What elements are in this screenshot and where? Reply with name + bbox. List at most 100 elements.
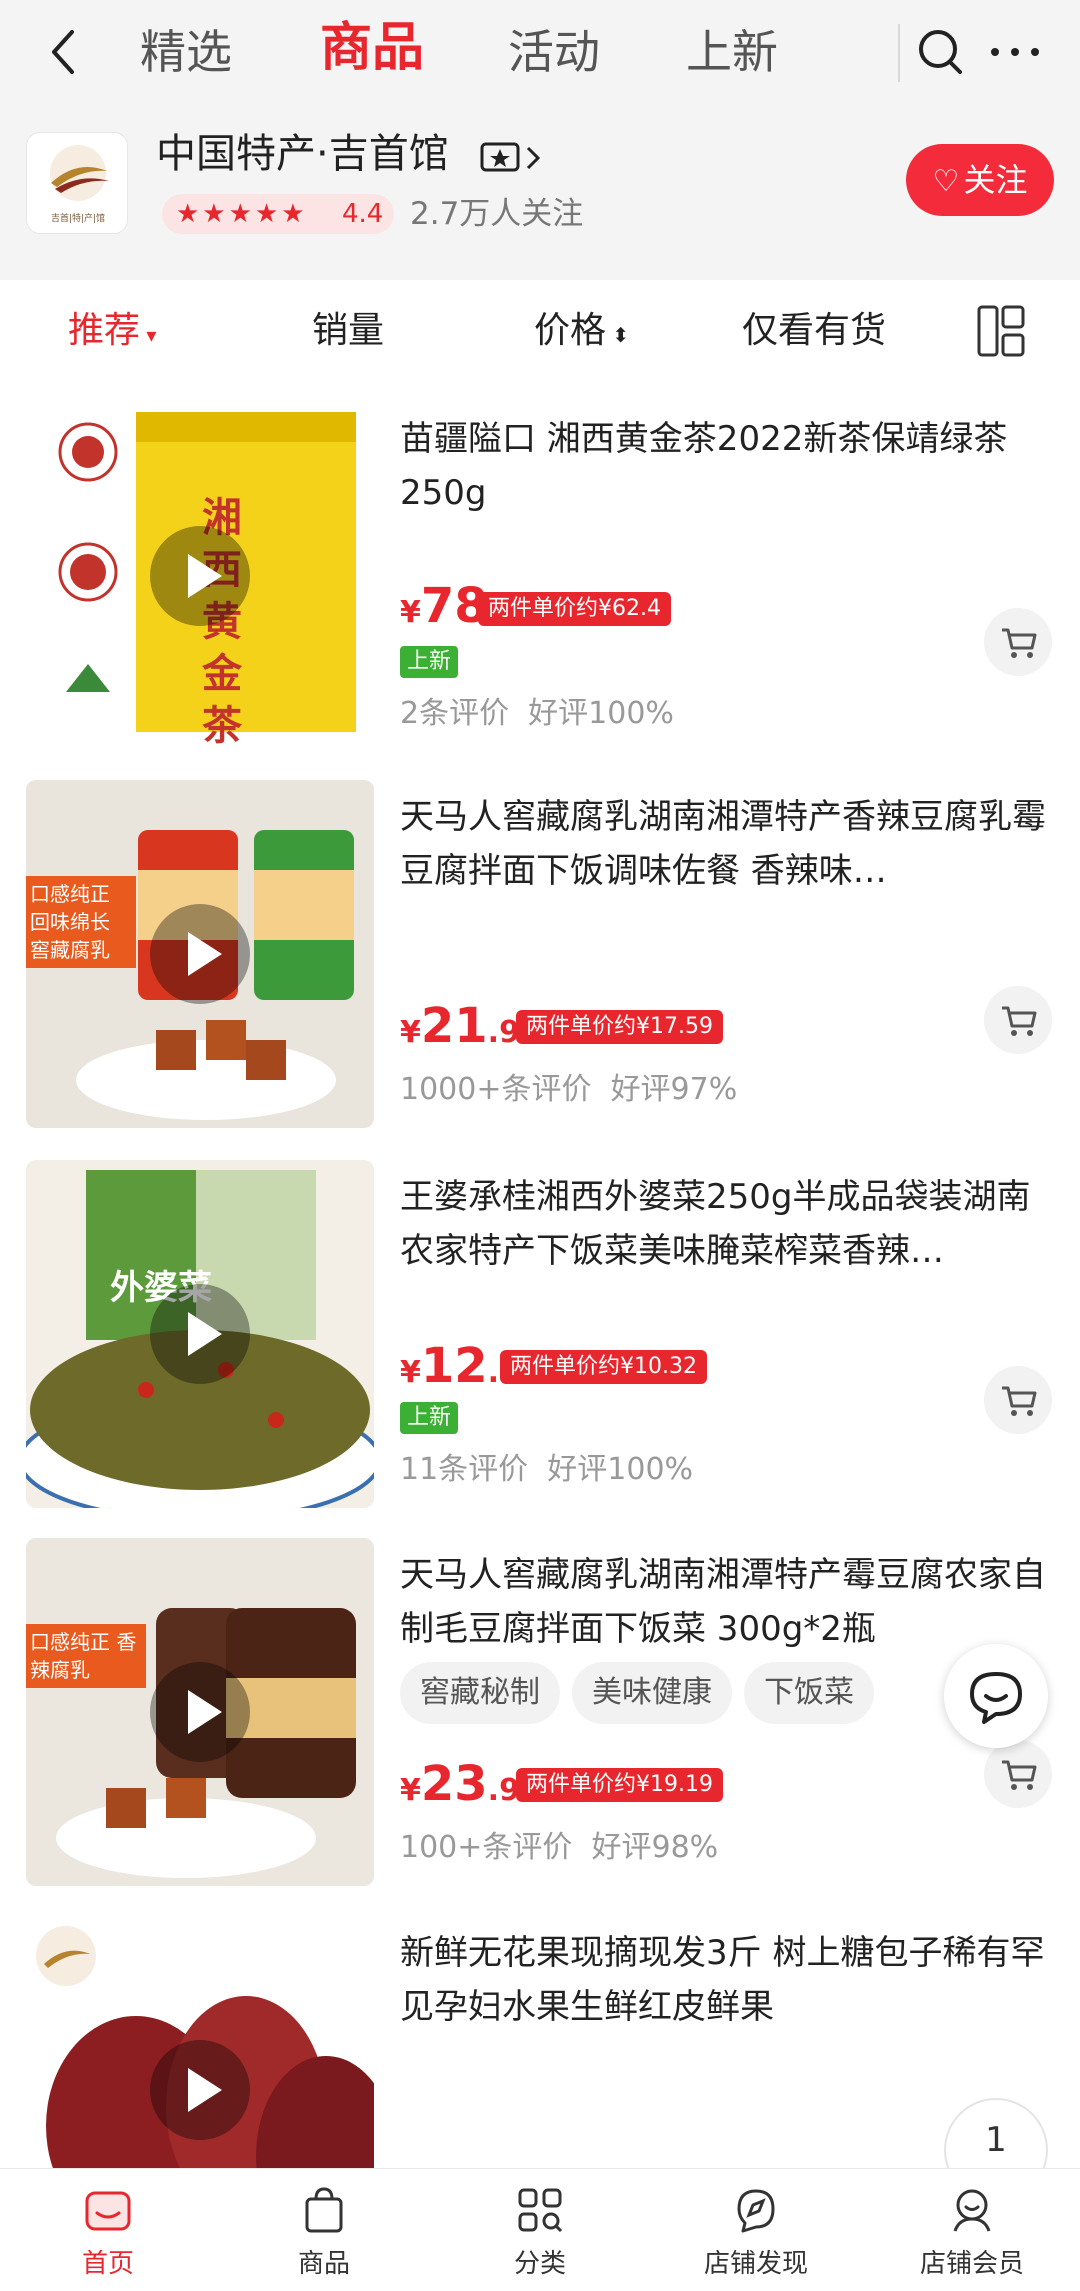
new-tag: 上新 bbox=[400, 1402, 458, 1434]
review-summary: 11条评价 好评100% bbox=[400, 1450, 693, 1490]
discover-icon bbox=[737, 2189, 775, 2233]
filter-in-stock[interactable]: 仅看有货 bbox=[742, 306, 886, 356]
price-integer: 23 bbox=[420, 1756, 488, 1812]
currency-symbol: ¥ bbox=[400, 1015, 421, 1050]
product-image-text: 口感纯正 香辣腐乳 bbox=[26, 1624, 146, 1688]
rating-badge: ★★★★★ 4.4 bbox=[162, 194, 394, 234]
product-image[interactable]: 外婆菜 bbox=[26, 1160, 374, 1508]
bottom-nav: 首页 商品 分类 店铺发现 店铺会员 bbox=[0, 2168, 1080, 2290]
category-icon bbox=[518, 2188, 563, 2233]
follower-count: 2.7万人关注 bbox=[410, 196, 584, 232]
product-image-text: 口感纯正 回味绵长 窖藏腐乳 bbox=[26, 876, 136, 968]
currency-symbol: ¥ bbox=[400, 1773, 421, 1808]
follow-label: 关注 bbox=[963, 161, 1028, 199]
product-image[interactable]: 口感纯正 香辣腐乳 bbox=[26, 1538, 374, 1886]
bag-icon bbox=[305, 2187, 343, 2233]
customer-service-chat-icon[interactable] bbox=[944, 1644, 1048, 1748]
play-icon[interactable] bbox=[150, 526, 250, 626]
nav-home[interactable]: 首页 bbox=[0, 2169, 216, 2291]
review-summary: 100+条评价 好评98% bbox=[400, 1828, 718, 1868]
play-icon[interactable] bbox=[150, 904, 250, 1004]
price-integer: 12 bbox=[420, 1338, 488, 1394]
member-icon bbox=[953, 2189, 991, 2232]
heart-icon: ♡ bbox=[932, 164, 960, 199]
nav-label: 商品 bbox=[297, 2249, 350, 2279]
product-list-panel: 推荐 ▾ 销量 价格 ⬍ 仅看有货 湘西黄金茶 苗疆隘口 湘西黄金茶2022新茶… bbox=[0, 280, 1080, 2170]
product-image[interactable]: 口感纯正 回味绵长 窖藏腐乳 bbox=[26, 780, 374, 1128]
nav-membership[interactable]: 店铺会员 bbox=[864, 2169, 1080, 2291]
price-integer: 21 bbox=[420, 998, 488, 1054]
cart-icon[interactable] bbox=[984, 608, 1052, 676]
shop-name[interactable]: 中国特产·吉首馆 bbox=[156, 128, 449, 180]
shop-header: 吉首|特|产|馆 中国特产·吉首馆 ★★★★★ 4.4 2.7万人关注 ♡ 关注 bbox=[0, 110, 1080, 280]
product-title[interactable]: 苗疆隘口 湘西黄金茶2022新茶保靖绿茶250g bbox=[400, 412, 1050, 520]
follow-button[interactable]: ♡ 关注 bbox=[906, 144, 1054, 216]
back-arrow-icon[interactable] bbox=[40, 22, 90, 82]
play-icon[interactable] bbox=[150, 1662, 250, 1762]
product-price: ¥78 bbox=[400, 576, 488, 643]
product-image[interactable]: 湘西黄金茶 bbox=[26, 402, 374, 750]
review-count: 11条评价 bbox=[400, 1452, 529, 1487]
good-rate: 好评98% bbox=[591, 1830, 719, 1865]
tab-activities[interactable]: 活动 bbox=[508, 22, 600, 82]
product-tag[interactable]: 美味健康 bbox=[572, 1662, 732, 1724]
nav-categories[interactable]: 分类 bbox=[432, 2169, 648, 2291]
bundle-price-badge: 两件单价约¥10.32 bbox=[500, 1350, 707, 1384]
nav-label: 店铺发现 bbox=[703, 2249, 808, 2279]
good-rate: 好评100% bbox=[547, 1452, 694, 1487]
product-item[interactable]: 湘西黄金茶 苗疆隘口 湘西黄金茶2022新茶保靖绿茶250g ¥78 两件单价约… bbox=[0, 402, 1080, 780]
product-title[interactable]: 王婆承桂湘西外婆菜250g半成品袋装湖南农家特产下饭菜美味腌菜榨菜香辣… bbox=[400, 1170, 1050, 1278]
cart-icon[interactable] bbox=[984, 1366, 1052, 1434]
good-rate: 好评97% bbox=[610, 1072, 738, 1107]
play-icon[interactable] bbox=[150, 1284, 250, 1384]
tab-products[interactable]: 商品 bbox=[320, 18, 424, 78]
top-bar: 精选 商品 活动 上新 bbox=[0, 0, 1080, 110]
nav-label: 分类 bbox=[513, 2249, 566, 2279]
search-icon[interactable] bbox=[912, 22, 972, 82]
shop-logo[interactable]: 吉首|特|产|馆 bbox=[26, 132, 128, 234]
play-icon[interactable] bbox=[150, 2040, 250, 2140]
divider bbox=[898, 24, 900, 82]
tab-featured[interactable]: 精选 bbox=[140, 22, 232, 82]
filter-price-label: 价格 bbox=[534, 310, 607, 351]
product-image[interactable] bbox=[26, 1916, 374, 2170]
filter-bar: 推荐 ▾ 销量 价格 ⬍ 仅看有货 bbox=[0, 280, 1080, 380]
tab-new-arrivals[interactable]: 上新 bbox=[686, 22, 778, 82]
review-count: 2条评价 bbox=[400, 696, 510, 731]
nav-discover[interactable]: 店铺发现 bbox=[648, 2169, 864, 2291]
good-rate: 好评100% bbox=[528, 696, 674, 731]
dropdown-caret-icon: ▾ bbox=[140, 323, 157, 347]
cart-icon[interactable] bbox=[984, 986, 1052, 1054]
product-tag[interactable]: 窖藏秘制 bbox=[400, 1662, 560, 1724]
currency-symbol: ¥ bbox=[400, 595, 421, 630]
product-title[interactable]: 新鲜无花果现摘现发3斤 树上糖包子稀有罕见孕妇水果生鲜红皮鲜果 bbox=[400, 1926, 1050, 2034]
product-item[interactable]: 新鲜无花果现摘现发3斤 树上糖包子稀有罕见孕妇水果生鲜红皮鲜果 bbox=[0, 1916, 1080, 2170]
review-summary: 1000+条评价 好评97% bbox=[400, 1070, 737, 1110]
more-icon[interactable] bbox=[985, 22, 1045, 82]
review-summary: 2条评价 好评100% bbox=[400, 694, 674, 734]
review-count: 1000+条评价 bbox=[400, 1072, 592, 1107]
currency-symbol: ¥ bbox=[400, 1355, 421, 1390]
sort-icon: ⬍ bbox=[606, 323, 630, 347]
product-item[interactable]: 口感纯正 回味绵长 窖藏腐乳 天马人窖藏腐乳湖南湘潭特产香辣豆腐乳霉豆腐拌面下饭… bbox=[0, 780, 1080, 1158]
product-item[interactable]: 口感纯正 香辣腐乳 天马人窖藏腐乳湖南湘潭特产霉豆腐农家自制毛豆腐拌面下饭菜 3… bbox=[0, 1538, 1080, 1916]
product-item[interactable]: 外婆菜 王婆承桂湘西外婆菜250g半成品袋装湖南农家特产下饭菜美味腌菜榨菜香辣…… bbox=[0, 1160, 1080, 1538]
review-count: 100+条评价 bbox=[400, 1830, 573, 1865]
filter-recommended-label: 推荐 bbox=[68, 310, 141, 351]
star-rating-icon: ★★★★★ bbox=[176, 199, 308, 229]
cart-icon[interactable] bbox=[984, 1740, 1052, 1808]
product-title[interactable]: 天马人窖藏腐乳湖南湘潭特产香辣豆腐乳霉豆腐拌面下饭调味佐餐 香辣味… bbox=[400, 790, 1050, 898]
filter-sales[interactable]: 销量 bbox=[312, 306, 384, 356]
new-tag: 上新 bbox=[400, 646, 458, 678]
shop-logo-text: 吉首|特|产|馆 bbox=[51, 212, 105, 224]
filter-price[interactable]: 价格 ⬍ bbox=[534, 306, 629, 360]
shop-badge-icon[interactable] bbox=[478, 138, 548, 178]
nav-label: 店铺会员 bbox=[919, 2249, 1024, 2279]
nav-products[interactable]: 商品 bbox=[216, 2169, 432, 2291]
home-icon bbox=[85, 2191, 131, 2231]
nav-label: 首页 bbox=[81, 2249, 134, 2279]
product-tag[interactable]: 下饭菜 bbox=[744, 1662, 874, 1724]
layout-toggle-icon[interactable] bbox=[976, 304, 1026, 358]
filter-recommended[interactable]: 推荐 ▾ bbox=[68, 306, 156, 360]
product-title[interactable]: 天马人窖藏腐乳湖南湘潭特产霉豆腐农家自制毛豆腐拌面下饭菜 300g*2瓶 bbox=[400, 1548, 1050, 1656]
